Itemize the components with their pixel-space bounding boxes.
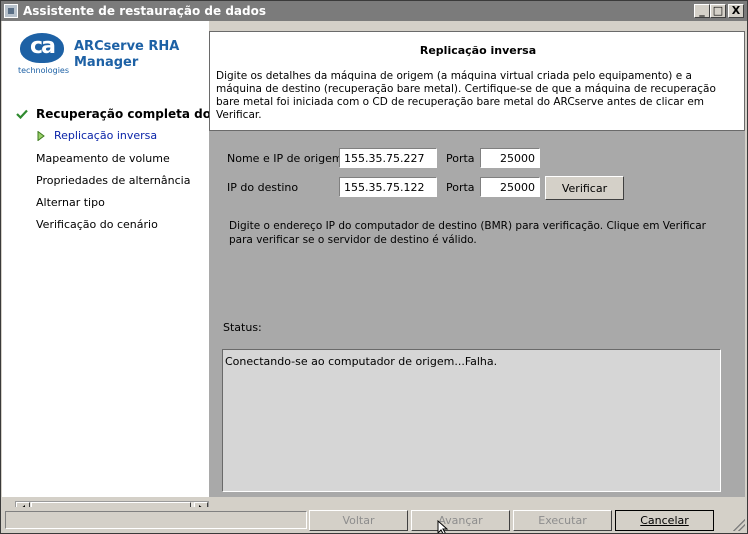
ca-logo-badge: ca [20,33,64,63]
back-button[interactable]: Voltar [309,510,408,531]
cancel-button[interactable]: Cancelar [615,510,714,531]
destination-port-input[interactable] [480,177,540,197]
verify-button[interactable]: Verificar [545,176,624,200]
page-description: Digite os detalhes da máquina de origem … [216,70,716,121]
cancel-button-label: Cancelar [640,514,689,527]
step-scenario-verification[interactable]: Verificação do cenário [36,218,158,231]
next-button[interactable]: Avançar [411,510,510,531]
step-volume-mapping[interactable]: Mapeamento de volume [36,152,170,165]
status-output: Conectando-se ao computador de origem...… [222,349,721,492]
source-port-label: Porta [446,152,475,165]
check-icon [16,109,28,119]
step-switch-type[interactable]: Alternar tipo [36,196,105,209]
window-title: Assistente de restauração de dados [23,4,266,18]
source-port-input[interactable] [480,148,540,168]
content-panel: Replicação inversa Digite os detalhes da… [209,31,745,497]
ca-logo-subtext: technologies [18,66,69,75]
source-ip-input[interactable] [339,148,437,168]
ca-logo: ca technologies [18,33,69,83]
mouse-cursor-icon [437,520,449,533]
verify-hint: Digite o endereço IP do computador de de… [229,220,706,246]
run-button[interactable]: Executar [513,510,612,531]
status-label: Status: [223,321,262,334]
source-label: Nome e IP de origem [227,152,343,165]
product-name-line2: Manager [74,55,139,70]
close-button[interactable]: X [728,4,744,18]
product-name: ARCserve RHA Manager [74,39,204,71]
run-button-label: Executar [538,514,587,527]
button-bar: Voltar Avançar Executar Cancelar [1,507,747,533]
page-header: Replicação inversa Digite os detalhes da… [209,31,745,131]
back-button-label: Voltar [342,514,375,527]
maximize-button[interactable]: □ [710,4,726,18]
step-reverse-replication[interactable]: Replicação inversa [54,129,157,142]
step-switchover-properties[interactable]: Propriedades de alternância [36,174,190,187]
arrow-right-icon [37,131,45,141]
destination-port-label: Porta [446,181,475,194]
destination-label: IP do destino [227,181,299,194]
title-bar[interactable]: Assistente de restauração de dados _ □ X [1,1,747,21]
product-name-line1: ARCserve RHA [74,39,180,54]
wizard-window: Assistente de restauração de dados _ □ X… [0,0,748,534]
status-message: Conectando-se ao computador de origem...… [225,355,498,368]
app-icon [4,4,18,18]
status-bar-field [5,511,307,529]
steps-panel: ca technologies ARCserve RHA Manager Rec… [2,21,247,517]
minimize-button[interactable]: _ [694,4,710,18]
page-title: Replicação inversa [419,44,537,57]
destination-ip-input[interactable] [339,177,437,197]
resize-grip-icon[interactable] [733,519,745,531]
